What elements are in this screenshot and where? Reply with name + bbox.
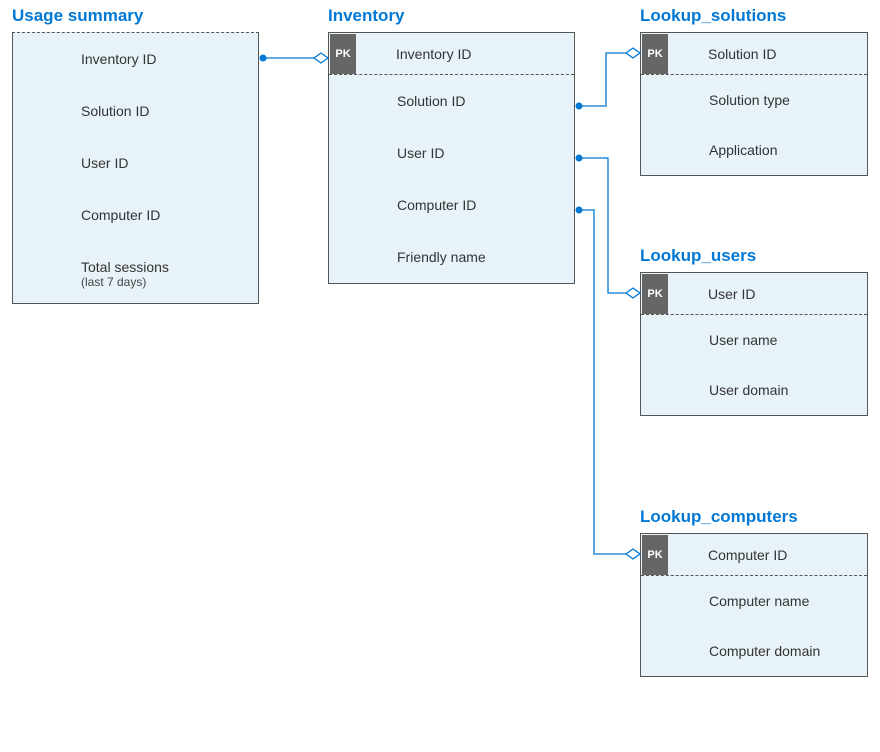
table-users: PK User ID User name User domain (640, 272, 868, 416)
pk-row-inventory: PK Inventory ID (329, 33, 574, 75)
table-inventory: PK Inventory ID Solution ID User ID Comp… (328, 32, 575, 284)
field-solutions-pk: Solution ID (668, 46, 776, 62)
field-usage-computer-id: Computer ID (13, 189, 258, 241)
field-inventory-computer-id: Computer ID (329, 179, 574, 231)
pk-badge-inventory: PK (330, 34, 356, 74)
table-title-solutions: Lookup_solutions (640, 6, 786, 26)
pk-row-solutions: PK Solution ID (641, 33, 867, 75)
field-computers-domain: Computer domain (641, 626, 867, 676)
field-users-domain: User domain (641, 365, 867, 415)
table-title-usage: Usage summary (12, 6, 143, 26)
table-usage: Inventory ID Solution ID User ID Compute… (12, 32, 259, 304)
field-usage-user-id: User ID (13, 137, 258, 189)
pk-badge-users: PK (642, 274, 668, 314)
field-usage-total-sessions-sub: (last 7 days) (13, 275, 258, 303)
field-computers-name: Computer name (641, 576, 867, 626)
field-users-pk: User ID (668, 286, 755, 302)
field-inventory-pk: Inventory ID (356, 46, 471, 62)
field-computers-pk: Computer ID (668, 547, 787, 563)
field-inventory-friendly-name: Friendly name (329, 231, 574, 283)
field-solutions-type: Solution type (641, 75, 867, 125)
table-computers: PK Computer ID Computer name Computer do… (640, 533, 868, 677)
field-inventory-user-id: User ID (329, 127, 574, 179)
field-usage-inventory-id: Inventory ID (13, 33, 258, 85)
field-solutions-app: Application (641, 125, 867, 175)
table-solutions: PK Solution ID Solution type Application (640, 32, 868, 176)
pk-row-computers: PK Computer ID (641, 534, 867, 576)
table-title-inventory: Inventory (328, 6, 405, 26)
field-usage-solution-id: Solution ID (13, 85, 258, 137)
pk-row-users: PK User ID (641, 273, 867, 315)
field-users-name: User name (641, 315, 867, 365)
table-title-computers: Lookup_computers (640, 507, 798, 527)
pk-badge-solutions: PK (642, 34, 668, 74)
field-inventory-solution-id: Solution ID (329, 75, 574, 127)
table-title-users: Lookup_users (640, 246, 756, 266)
pk-badge-computers: PK (642, 535, 668, 575)
